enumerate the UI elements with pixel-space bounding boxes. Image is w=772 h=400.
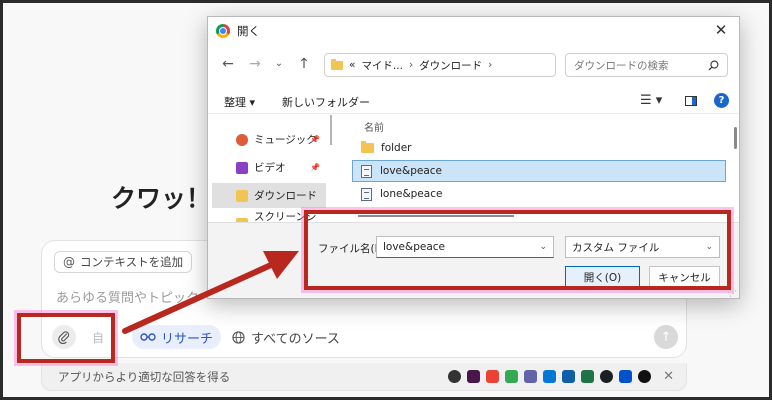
- view-options-icon[interactable]: ☰ ▾: [640, 93, 662, 108]
- forward-arrow-icon[interactable]: →: [247, 56, 263, 72]
- address-prefix[interactable]: «: [349, 59, 355, 71]
- document-icon: [361, 187, 372, 201]
- sidebar-item-label: ビデオ: [254, 162, 286, 174]
- apps-bar: アプリからより適切な回答を得る ✕: [41, 363, 687, 391]
- add-context-label: コンテキストを追加: [80, 255, 184, 269]
- file-name: folder: [381, 142, 412, 154]
- pin-icon[interactable]: 📌: [310, 163, 320, 172]
- breadcrumb-separator: ›: [408, 59, 414, 71]
- pin-icon[interactable]: 📌: [310, 135, 320, 144]
- address-bar[interactable]: « マイド... › ダウンロード › ⌄ ↻: [324, 53, 660, 77]
- apps-bar-text[interactable]: アプリからより適切な回答を得る: [58, 369, 448, 385]
- sources-button[interactable]: すべてのソース: [228, 325, 344, 349]
- resize-grip-icon[interactable]: ⋰: [729, 289, 737, 298]
- file-name: lone&peace: [380, 188, 443, 200]
- up-arrow-icon[interactable]: ↑: [296, 56, 312, 72]
- dialog-title: 開く: [237, 24, 260, 38]
- breadcrumb-mydocs[interactable]: マイド...: [361, 58, 403, 73]
- app-integration-icon[interactable]: [581, 370, 595, 383]
- annotation-box-attach: [17, 313, 115, 363]
- folder-icon: [331, 58, 343, 70]
- close-icon[interactable]: ✕: [663, 369, 674, 384]
- help-icon[interactable]: ?: [714, 93, 729, 108]
- research-label: リサーチ: [161, 331, 214, 347]
- chat-input[interactable]: あらゆる質問やトピック: [56, 287, 199, 306]
- at-icon: @: [63, 255, 75, 269]
- chevron-down-icon[interactable]: ⌄: [271, 58, 287, 69]
- file-row[interactable]: folder: [352, 137, 726, 159]
- dialog-titlebar: 開く ✕: [208, 17, 739, 45]
- organize-menu[interactable]: 整理 ▾: [224, 94, 255, 110]
- command-bar: 整理 ▾ 新しいフォルダー ☰ ▾ ?: [208, 90, 739, 114]
- sidebar-item-label: ミュージック: [254, 134, 317, 146]
- preview-pane-icon[interactable]: [685, 96, 697, 106]
- folder-icon: [361, 141, 374, 153]
- file-name: love&peace: [380, 165, 442, 177]
- file-list-scrollbar[interactable]: [734, 127, 737, 149]
- research-toggle[interactable]: リサーチ: [132, 325, 222, 349]
- column-header-name[interactable]: 名前: [364, 119, 384, 134]
- sources-label: すべてのソース: [251, 331, 340, 347]
- app-icons: [448, 370, 652, 383]
- close-button[interactable]: ✕: [711, 21, 731, 39]
- breadcrumb-downloads[interactable]: ダウンロード: [419, 58, 482, 73]
- app-integration-icon[interactable]: [448, 370, 462, 383]
- sidebar-item-video[interactable]: ビデオ 📌: [212, 155, 326, 180]
- app-integration-icon[interactable]: [467, 370, 481, 383]
- sidebar-item-label: ダウンロード: [254, 190, 317, 202]
- app-integration-icon[interactable]: [619, 370, 633, 383]
- back-arrow-icon[interactable]: ←: [220, 56, 236, 72]
- send-button[interactable]: ↑: [654, 325, 678, 349]
- video-icon: [236, 161, 248, 174]
- search-icon: [708, 60, 719, 71]
- app-integration-icon[interactable]: [562, 370, 576, 383]
- glasses-icon: [140, 333, 156, 341]
- search-input[interactable]: ダウンロードの検索: [565, 53, 728, 77]
- new-folder-button[interactable]: 新しいフォルダー: [282, 94, 370, 110]
- breadcrumb-separator: ›: [488, 59, 493, 71]
- app-integration-icon[interactable]: [600, 370, 614, 383]
- arrow-up-icon: ↑: [660, 329, 672, 345]
- app-integration-icon[interactable]: [543, 370, 557, 383]
- page-title: クワッ！: [111, 184, 212, 213]
- sidebar-item-music[interactable]: ミュージック 📌: [212, 127, 326, 152]
- music-icon: [236, 133, 248, 146]
- app-integration-icon[interactable]: [524, 370, 538, 383]
- navigation-row: ← → ⌄ ↑ « マイド... › ダウンロード › ⌄ ↻ ダウンロードの検…: [208, 49, 739, 79]
- file-row[interactable]: lone&peace: [352, 183, 726, 205]
- globe-icon: [232, 330, 245, 344]
- sidebar-item-downloads[interactable]: ダウンロード: [212, 183, 326, 208]
- document-icon: [361, 164, 372, 178]
- screenshot-stage: クワッ！ @ コンテキストを追加 あらゆる質問やトピック 自 リサーチ すべての…: [3, 3, 769, 397]
- add-context-button[interactable]: @ コンテキストを追加: [54, 251, 193, 273]
- annotation-box-dialog: [304, 210, 731, 290]
- file-row[interactable]: love&peace: [352, 160, 726, 182]
- app-integration-icon[interactable]: [638, 370, 652, 383]
- sidebar-scrollbar[interactable]: [330, 115, 332, 145]
- app-integration-icon[interactable]: [486, 370, 500, 383]
- chrome-icon: [216, 24, 230, 38]
- folder-icon: [236, 189, 248, 202]
- search-placeholder: ダウンロードの検索: [574, 59, 669, 72]
- app-integration-icon[interactable]: [505, 370, 519, 383]
